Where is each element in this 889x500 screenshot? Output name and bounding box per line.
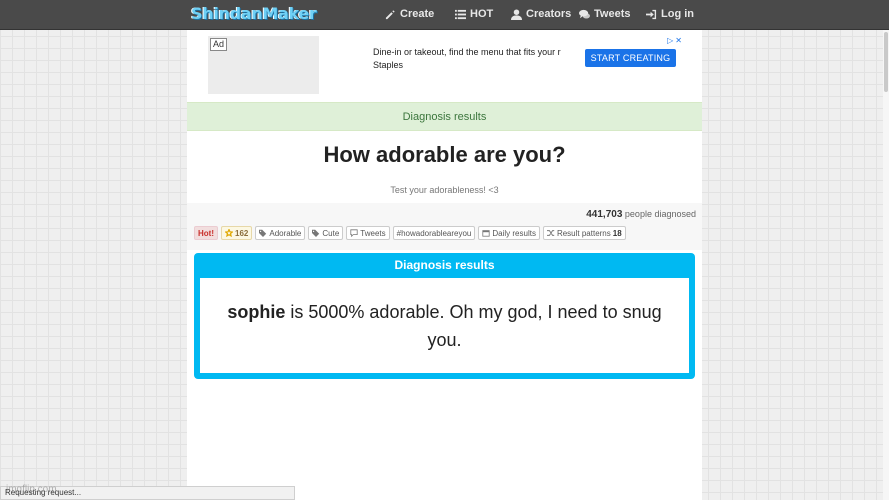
tag-cute-label: Cute (322, 228, 340, 238)
comment-icon (350, 229, 358, 237)
page-subtitle: Test your adorableness! <3 (390, 185, 499, 195)
daily-results-label: Daily results (492, 228, 536, 238)
result-message: is 5000% adorable. Oh my god, I need to … (285, 301, 662, 350)
diagnosed-label: people diagnosed (624, 209, 696, 219)
nav-hot[interactable]: HOT (455, 8, 493, 20)
tweets-link-label: Tweets (360, 228, 386, 238)
result-panel: Diagnosis results sophie is 5000% adorab… (194, 253, 695, 379)
scrollbar-thumb[interactable] (884, 32, 888, 92)
watermark: imgflip.com (6, 484, 57, 495)
hashtag-link[interactable]: #howadorableareyou (392, 226, 476, 240)
shuffle-icon (546, 230, 555, 236)
ad-headline: Dine-in or takeout, find the menu that f… (373, 47, 561, 57)
result-patterns-label: Result patterns (556, 228, 611, 238)
ad-badge: Ad (210, 38, 228, 51)
login-icon (646, 9, 657, 19)
list-icon (455, 9, 466, 19)
result-username: sophie (227, 301, 286, 322)
nav-create-label: Create (400, 8, 435, 20)
tag-adorable[interactable]: Adorable (255, 226, 306, 240)
edit-icon (385, 10, 395, 19)
tag-list: Hot! 162 Adorable Cute Tweets #howadorab… (194, 226, 626, 240)
result-body: sophie is 5000% adorable. Oh my god, I n… (200, 278, 689, 373)
adchoices-icon[interactable]: ▷ (667, 36, 673, 46)
brand-logo[interactable]: ShindanMaker (191, 4, 317, 23)
daily-results-link[interactable]: Daily results (478, 226, 540, 240)
diagnosis-results-bar: Diagnosis results (187, 102, 702, 131)
ad-text[interactable]: Dine-in or takeout, find the menu that f… (373, 46, 573, 72)
calendar-icon (482, 230, 490, 237)
favorite-button[interactable]: 162 (221, 226, 253, 240)
nav-creators-label: Creators (526, 8, 572, 20)
comments-icon (579, 9, 590, 18)
ad-advertiser: Staples (373, 60, 404, 70)
hot-badge[interactable]: Hot! (194, 226, 218, 240)
tag-icon (259, 229, 267, 237)
close-icon[interactable]: ✕ (675, 36, 682, 46)
tweets-link[interactable]: Tweets (346, 226, 390, 240)
tag-cute[interactable]: Cute (308, 226, 344, 240)
nav-tweets[interactable]: Tweets (579, 8, 630, 20)
nav-login[interactable]: Log in (646, 8, 694, 20)
nav-create[interactable]: Create (385, 8, 434, 20)
nav-login-label: Log in (661, 8, 694, 20)
page-scrollbar[interactable] (883, 30, 889, 500)
tag-adorable-label: Adorable (269, 228, 302, 238)
user-icon (511, 8, 522, 20)
diagnosed-count: 441,703 people diagnosed (586, 209, 696, 220)
result-text: sophie is 5000% adorable. Oh my god, I n… (210, 298, 680, 354)
result-header: Diagnosis results (394, 258, 495, 272)
ad-choices[interactable]: ▷ ✕ (658, 36, 682, 46)
ad-image[interactable]: Ad (208, 36, 319, 94)
nav-hot-label: HOT (470, 8, 494, 20)
nav-tweets-label: Tweets (594, 8, 631, 20)
favorite-count: 162 (235, 228, 249, 238)
star-icon (225, 229, 233, 237)
result-patterns-link[interactable]: Result patterns 18 (542, 226, 626, 240)
tag-icon (312, 229, 320, 237)
ad-cta-button[interactable]: START CREATING (585, 49, 676, 67)
top-navbar: ShindanMaker Create HOT Creators Tweets … (0, 0, 889, 30)
diagnosed-number: 441,703 (586, 209, 623, 220)
result-patterns-count: 18 (612, 228, 622, 238)
page-title: How adorable are you? (323, 142, 566, 167)
main-content: Ad Dine-in or takeout, find the menu tha… (187, 30, 702, 500)
nav-creators[interactable]: Creators (511, 8, 571, 20)
